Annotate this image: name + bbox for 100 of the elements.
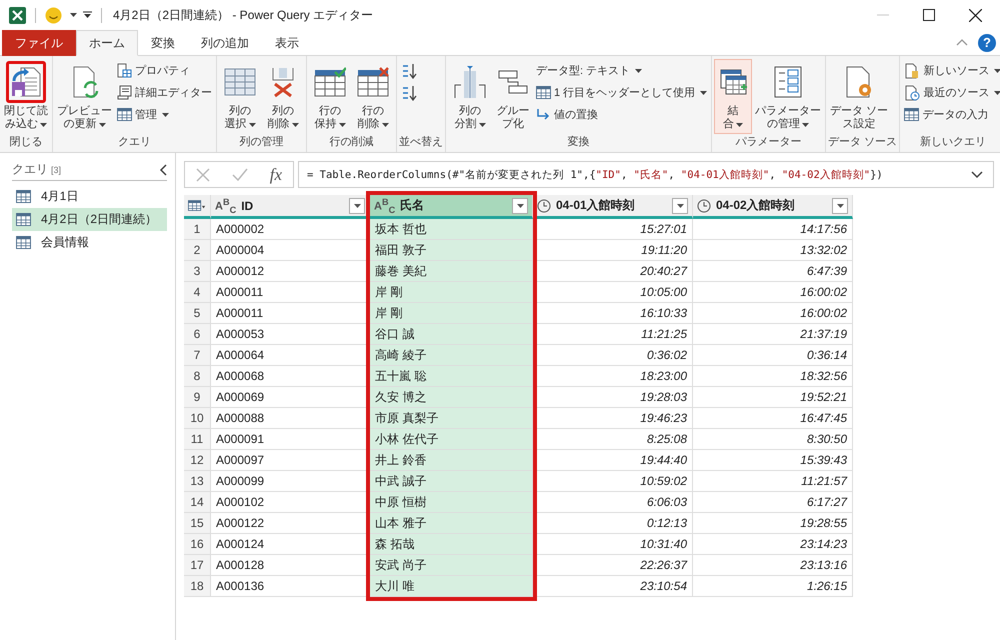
- ribbon-button[interactable]: データ ソー ス設定: [828, 59, 890, 134]
- ribbon-button[interactable]: 詳細エディター: [115, 83, 214, 102]
- file-tab[interactable]: ファイル: [2, 30, 76, 56]
- group-label: 並べ替え: [399, 135, 443, 150]
- table-icon: [536, 86, 551, 99]
- queries-title: クエリ: [12, 161, 48, 178]
- collapse-ribbon-icon[interactable]: [956, 39, 968, 46]
- table-cell: 16:00:02: [693, 282, 853, 303]
- filter-button[interactable]: [832, 198, 848, 214]
- group-label: 変換: [566, 134, 591, 150]
- caret-icon: [98, 122, 106, 126]
- clock-icon[interactable]: [697, 198, 711, 212]
- ribbon-button[interactable]: 行の 削除: [352, 59, 394, 134]
- table-cell: 高崎 綾子: [370, 345, 533, 366]
- filter-button[interactable]: [672, 198, 688, 214]
- caret-icon: [802, 122, 810, 126]
- row-number: 15: [184, 513, 211, 534]
- caret-icon: [478, 122, 486, 126]
- table-cell: 18:32:56: [693, 366, 853, 387]
- ribbon-button[interactable]: 閉じて読 み込む: [2, 59, 50, 134]
- ribbon-button[interactable]: 結 合: [714, 59, 752, 134]
- table-cell: 坂本 哲也: [370, 219, 533, 240]
- caret-icon: [635, 68, 642, 72]
- caret-icon: [382, 122, 388, 126]
- query-item[interactable]: 会員情報: [12, 231, 167, 254]
- group-label: 新しいクエリ: [918, 134, 987, 150]
- formula-text: = Table.ReorderColumns(#"名前が変更された列 1",{"ID", "氏名", "04-01入館時刻", "04-02入館時刻"}): [307, 168, 884, 182]
- table-cell: 小林 佐代子: [370, 429, 533, 450]
- table-cell: 中武 誠子: [370, 471, 533, 492]
- group-label: 列の管理: [238, 135, 284, 150]
- table-cell: 23:10:54: [533, 576, 693, 597]
- caret-icon: [248, 122, 256, 126]
- table-cell: 10:59:02: [533, 471, 693, 492]
- group-label: データ ソース: [828, 135, 898, 150]
- ribbon-tab[interactable]: 変換: [138, 30, 188, 56]
- row-number: 14: [184, 492, 211, 513]
- customize-toolbar-icon[interactable]: [83, 11, 92, 19]
- close-icon[interactable]: [969, 8, 982, 22]
- caret-icon: [292, 122, 298, 126]
- ribbon-button[interactable]: 管理: [115, 105, 214, 124]
- excel-logo-icon: [9, 6, 26, 24]
- help-button[interactable]: ?: [978, 34, 996, 52]
- ribbon-button[interactable]: プレビュー の更新: [55, 59, 114, 134]
- query-count: [3]: [51, 164, 62, 174]
- caret-icon: [354, 204, 360, 208]
- fx-label[interactable]: fx: [270, 164, 282, 184]
- expand-icon[interactable]: [971, 170, 983, 178]
- ribbon-button[interactable]: 値の置換: [534, 105, 710, 124]
- ribbon-button[interactable]: プロパティ: [115, 61, 214, 80]
- table-cell: 23:14:23: [693, 534, 853, 555]
- check-icon[interactable]: [232, 168, 248, 181]
- table-cell: 19:28:55: [693, 513, 853, 534]
- ribbon-tab[interactable]: ホーム: [76, 30, 138, 56]
- ribbon-button[interactable]: 行の 保持: [309, 59, 351, 134]
- ribbon-button[interactable]: 1 行目をヘッダーとして使用: [534, 83, 710, 102]
- clock-icon[interactable]: [537, 198, 551, 212]
- row-number: 6: [184, 324, 211, 345]
- query-item[interactable]: 4月1日: [12, 185, 167, 208]
- ribbon-button[interactable]: 新しいソース: [902, 61, 1000, 80]
- row-number: 2: [184, 240, 211, 261]
- row-number: 12: [184, 450, 211, 471]
- ribbon-button[interactable]: グルー プ化: [493, 59, 533, 134]
- group-label: 行の削減: [328, 135, 374, 150]
- caret-icon: [516, 204, 524, 208]
- ribbon-button[interactable]: データ型: テキスト: [534, 61, 710, 80]
- row-number: 16: [184, 534, 211, 555]
- collapse-pane-icon[interactable]: [159, 164, 167, 176]
- keep-rows-icon: [314, 67, 346, 97]
- row-number: 1: [184, 219, 211, 240]
- table-cell: 井上 鈴香: [370, 450, 533, 471]
- sort-ascending-icon: [401, 62, 417, 78]
- ribbon-button[interactable]: パラメーター の管理: [753, 59, 824, 134]
- ribbon-button[interactable]: 列の 分割: [448, 59, 492, 134]
- table-cell: 16:47:45: [693, 408, 853, 429]
- table-menu-icon[interactable]: [188, 199, 206, 212]
- row-number: 5: [184, 303, 211, 324]
- table-cell: 21:37:19: [693, 324, 853, 345]
- caret-icon: [338, 122, 346, 126]
- maximize-icon[interactable]: [923, 9, 935, 21]
- caret-icon: [736, 122, 744, 126]
- ribbon-button[interactable]: 列の 選択: [219, 59, 261, 134]
- column-header[interactable]: A$^{B}$$_{C}$ 氏名: [370, 195, 533, 219]
- ribbon-tab[interactable]: 列の追加: [188, 30, 262, 56]
- ribbon-button[interactable]: データの入力: [902, 105, 1000, 124]
- ribbon-button[interactable]: 最近のソース: [902, 83, 1000, 102]
- filter-button[interactable]: [512, 198, 528, 214]
- filter-button[interactable]: [349, 198, 365, 214]
- table-cell: 森 拓哉: [370, 534, 533, 555]
- ribbon-button[interactable]: 列の 削除: [262, 59, 304, 134]
- row-number: 8: [184, 366, 211, 387]
- table-cell: 16:00:02: [693, 303, 853, 324]
- smiley-icon[interactable]: [45, 6, 62, 24]
- table-cell: 10:05:00: [533, 282, 693, 303]
- formula-field[interactable]: = Table.ReorderColumns(#"名前が変更された列 1",{"ID", "氏名", "04-01入館時刻", "04-02入館時刻"}): [298, 161, 994, 188]
- ribbon-tab[interactable]: 表示: [262, 30, 312, 56]
- column-header[interactable]: 04-02入館時刻: [693, 195, 853, 219]
- table-icon: [16, 213, 31, 226]
- query-item[interactable]: 4月2日（2日間連続）: [12, 208, 167, 231]
- table-cell: 13:32:02: [693, 240, 853, 261]
- table-cell: 福田 敦子: [370, 240, 533, 261]
